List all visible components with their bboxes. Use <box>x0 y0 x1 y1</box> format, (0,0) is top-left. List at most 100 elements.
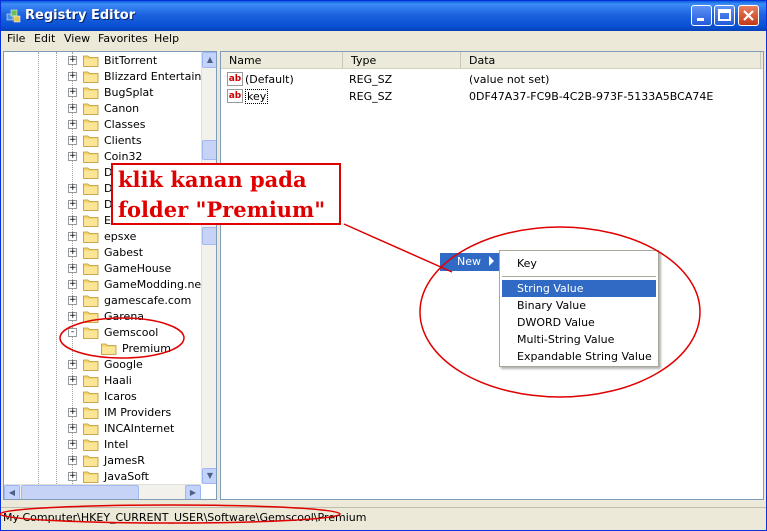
tree-item[interactable]: + GameHouse <box>4 261 200 277</box>
submenu-item-key[interactable]: Key <box>502 255 656 272</box>
expand-icon[interactable]: + <box>68 152 77 161</box>
menu-file[interactable]: File <box>7 32 25 45</box>
expand-icon[interactable]: + <box>68 376 77 385</box>
tree-item[interactable]: + Blizzard Entertainme <box>4 69 216 85</box>
scroll-thumb[interactable] <box>202 227 216 245</box>
expand-icon[interactable]: + <box>68 72 77 81</box>
folder-icon <box>83 455 99 467</box>
expand-icon[interactable]: + <box>68 120 77 129</box>
expand-icon[interactable]: + <box>68 216 77 225</box>
tree-item[interactable]: - Gemscool <box>4 325 200 341</box>
menu-edit[interactable]: Edit <box>34 32 55 45</box>
new-submenu: Key String Value Binary Value DWORD Valu… <box>499 250 659 367</box>
minimize-button[interactable] <box>691 5 712 26</box>
menu-help[interactable]: Help <box>154 32 179 45</box>
scroll-right-button[interactable]: ▶ <box>185 485 201 499</box>
value-data: 0DF47A37-FC9B-4C2B-973F-5133A5BCA74E <box>469 90 714 103</box>
folder-icon <box>83 71 99 83</box>
tree-item[interactable]: Icaros <box>4 389 200 405</box>
expand-icon[interactable]: + <box>68 104 77 113</box>
column-data[interactable]: Data <box>461 52 761 69</box>
folder-icon <box>83 215 99 227</box>
tree-item[interactable]: + Clients <box>4 133 200 149</box>
tree-item[interactable]: Premium <box>4 341 200 357</box>
tree-item-label: Garena <box>104 310 145 323</box>
scroll-down-button[interactable]: ▼ <box>202 468 216 484</box>
tree-item[interactable]: + Garena <box>4 309 200 325</box>
folder-icon <box>83 55 99 67</box>
column-name[interactable]: Name <box>221 52 343 69</box>
title-bar[interactable]: Registry Editor <box>1 1 766 31</box>
expand-icon[interactable]: + <box>68 408 77 417</box>
expand-icon[interactable]: + <box>68 248 77 257</box>
expand-icon[interactable]: + <box>68 456 77 465</box>
expand-icon[interactable]: + <box>68 264 77 273</box>
folder-icon <box>83 391 99 403</box>
tree-item[interactable]: + Haali <box>4 373 200 389</box>
submenu-item-multi-string-value[interactable]: Multi-String Value <box>502 331 656 348</box>
tree-item[interactable]: + epsxe <box>4 229 200 245</box>
column-type[interactable]: Type <box>343 52 461 69</box>
tree-item[interactable]: + Gabest <box>4 245 200 261</box>
list-row[interactable]: ab (Default) REG_SZ (value not set) <box>221 71 761 88</box>
maximize-button[interactable] <box>714 5 735 26</box>
registry-tree-pane[interactable]: + BitTorrent + Blizzard Entertainme + BugSpla… <box>3 51 217 500</box>
menu-view[interactable]: View <box>64 32 90 45</box>
expand-icon[interactable]: + <box>68 232 77 241</box>
expand-icon[interactable]: + <box>68 184 77 193</box>
list-row[interactable]: ab key REG_SZ 0DF47A37-FC9B-4C2B-973F-51… <box>221 88 761 105</box>
tree-item[interactable]: + JamesR <box>4 453 200 469</box>
tree-item[interactable]: + INCAInternet <box>4 421 200 437</box>
expand-icon[interactable]: + <box>68 440 77 449</box>
tree-item[interactable]: + Canon <box>4 101 200 117</box>
tree-item-label: Gemscool <box>104 326 159 339</box>
horizontal-scroll-thumb[interactable] <box>21 485 139 499</box>
tree-item[interactable]: + Classes <box>4 117 200 133</box>
annotation-line-1: klik kanan pada <box>118 167 307 192</box>
tree-vertical-scrollbar[interactable]: ▲ ▼ <box>201 52 216 484</box>
tree-item[interactable]: + gamescafe.com <box>4 293 200 309</box>
tree-item[interactable]: + BugSplat <box>4 85 200 101</box>
tree-item-label: GameModding.net <box>104 278 206 291</box>
submenu-item-expandable-string-value[interactable]: Expandable String Value <box>502 348 656 365</box>
menu-favorites[interactable]: Favorites <box>98 32 148 45</box>
context-menu-new-label: New <box>457 255 481 268</box>
tree-item[interactable]: + GameModding.net <box>4 277 206 293</box>
expand-icon[interactable]: + <box>68 312 77 321</box>
tree-item[interactable]: + Google <box>4 357 200 373</box>
tree-item[interactable]: + Intel <box>4 437 200 453</box>
tree-item[interactable]: + BitTorrent <box>4 53 200 69</box>
tree-horizontal-scrollbar[interactable]: ◀ ▶ <box>4 484 201 499</box>
folder-icon <box>83 119 99 131</box>
values-list-pane[interactable]: Name Type Data ab (Default) REG_SZ (valu… <box>220 51 764 500</box>
expand-icon[interactable]: + <box>68 360 77 369</box>
tree-item-label: Intel <box>104 438 129 451</box>
collapse-icon[interactable]: - <box>68 328 77 337</box>
submenu-item-binary-value[interactable]: Binary Value <box>502 297 656 314</box>
expand-icon[interactable]: + <box>68 424 77 433</box>
scroll-thumb[interactable] <box>202 140 216 160</box>
tree-item-label: gamescafe.com <box>104 294 192 307</box>
scroll-left-button[interactable]: ◀ <box>4 485 20 499</box>
tree-item-label: IM Providers <box>104 406 172 419</box>
expand-icon[interactable]: + <box>68 88 77 97</box>
expand-icon[interactable]: + <box>68 56 77 65</box>
expand-icon[interactable]: + <box>68 200 77 209</box>
expand-icon[interactable]: + <box>68 296 77 305</box>
submenu-item-string-value[interactable]: String Value <box>502 280 656 297</box>
scroll-up-button[interactable]: ▲ <box>202 52 216 68</box>
tree-item-label: INCAInternet <box>104 422 175 435</box>
status-bar: My Computer\HKEY_CURRENT_USER\Software\G… <box>1 507 766 529</box>
tree-item[interactable]: + IM Providers <box>4 405 200 421</box>
value-name: key <box>245 89 269 104</box>
close-button[interactable] <box>738 5 759 26</box>
tree-item-label: BitTorrent <box>104 54 158 67</box>
expand-icon[interactable]: + <box>68 280 77 289</box>
expand-icon[interactable]: + <box>68 472 77 481</box>
tree-item[interactable]: + JavaSoft <box>4 469 200 485</box>
expand-icon[interactable]: + <box>68 136 77 145</box>
value-type: REG_SZ <box>349 73 393 86</box>
context-menu-new[interactable]: New <box>440 253 499 271</box>
string-value-icon: ab <box>227 72 243 86</box>
submenu-item-dword-value[interactable]: DWORD Value <box>502 314 656 331</box>
